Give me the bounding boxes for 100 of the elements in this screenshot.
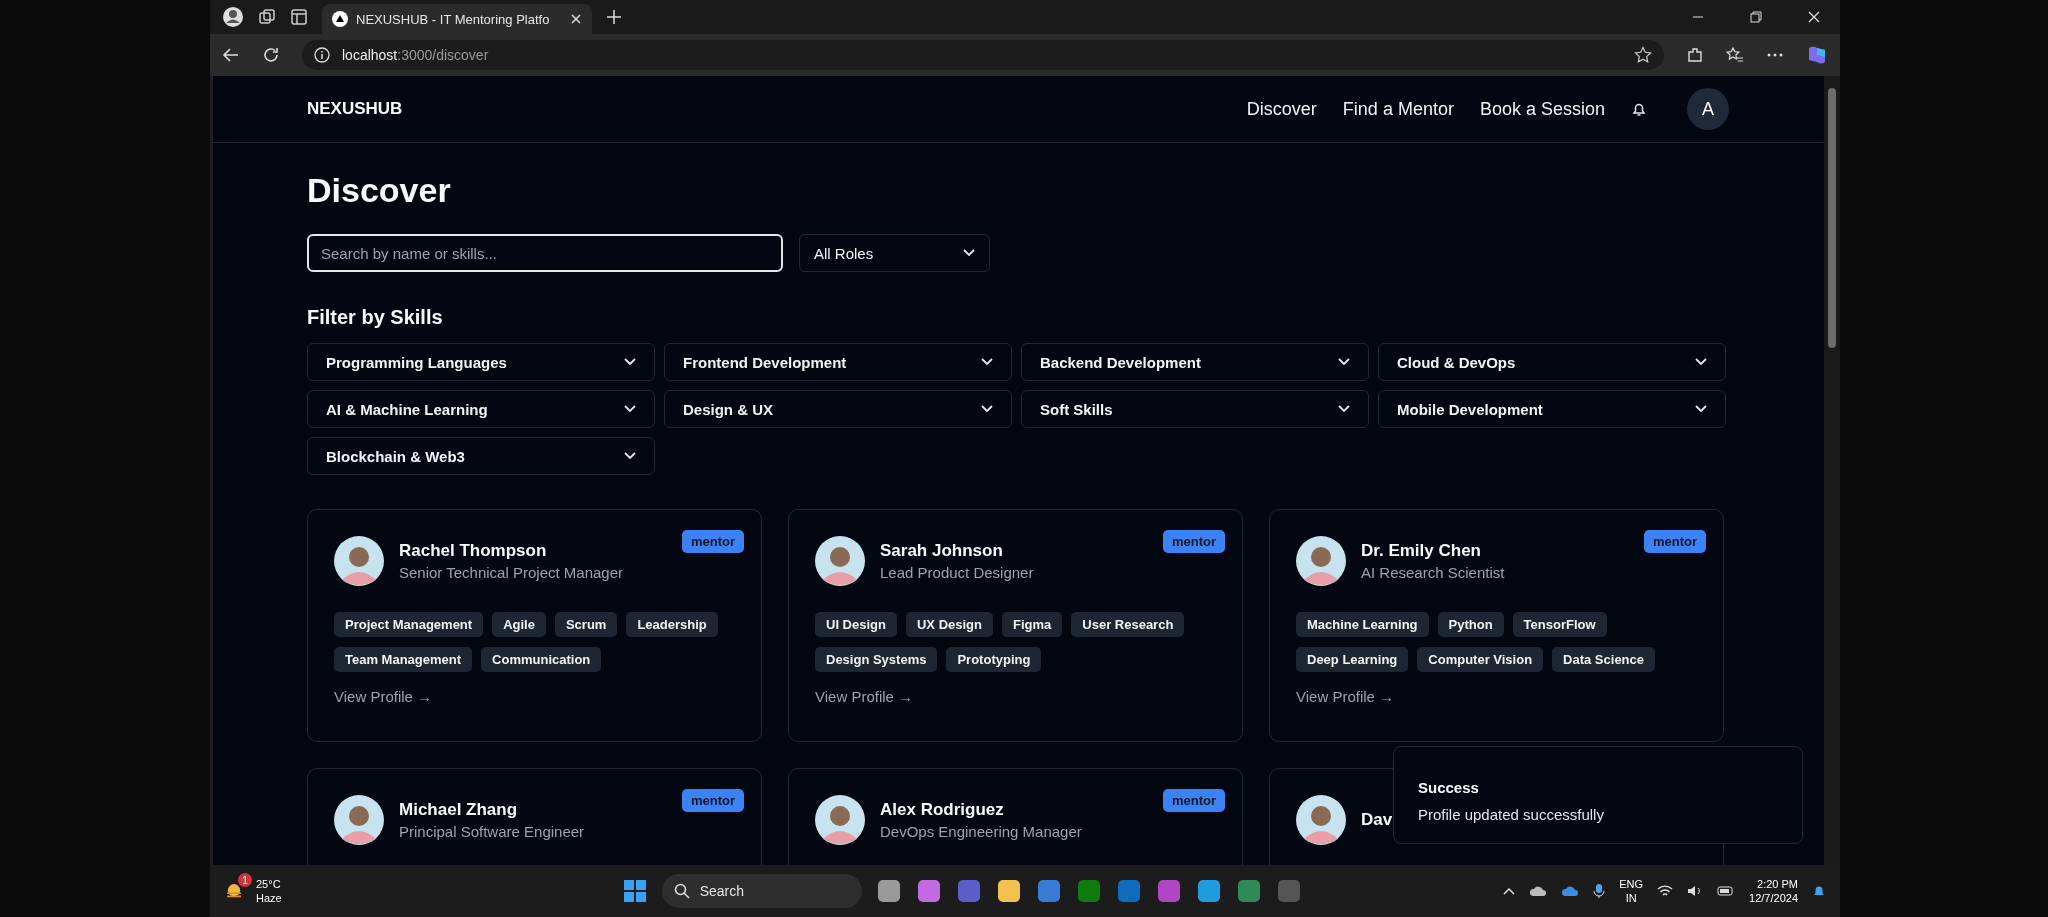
brand-logo[interactable]: NEXUSHUB — [307, 99, 403, 119]
nav-link[interactable]: Discover — [1246, 98, 1317, 120]
workspaces-icon[interactable] — [258, 8, 276, 26]
chevron-down-icon — [963, 249, 975, 257]
close-icon[interactable] — [1808, 11, 1820, 23]
mentor-name: Alex Rodriguez — [880, 800, 1005, 820]
chevron-up-icon[interactable] — [1503, 887, 1516, 895]
language-label[interactable]: ENG — [1619, 877, 1644, 891]
skill-tag: Team Management — [334, 647, 473, 672]
skill-dropdown[interactable]: Design & UX — [664, 390, 1012, 428]
info-icon[interactable] — [314, 47, 330, 63]
browser-tab[interactable]: NEXUSHUB - IT Mentoring Platfo — [322, 4, 592, 34]
clock-time[interactable]: 2:20 PM — [1757, 877, 1798, 891]
app-icon[interactable] — [1075, 878, 1102, 904]
cloud-icon[interactable] — [1529, 884, 1548, 898]
avatar-icon — [334, 536, 384, 586]
chevron-down-icon — [981, 358, 993, 366]
skill-tag: UI Design — [815, 612, 897, 637]
role-badge: mentor — [681, 530, 744, 553]
skill-tag: Scrum — [554, 612, 618, 637]
microphone-icon[interactable] — [1593, 883, 1606, 899]
skill-tag: Prototyping — [946, 647, 1042, 672]
skill-dropdown[interactable]: Mobile Development — [1378, 390, 1726, 428]
skill-dropdown[interactable]: Backend Development — [1021, 343, 1369, 381]
role-badge: mentor — [681, 789, 744, 812]
clock-date[interactable]: 12/7/2024 — [1749, 891, 1798, 905]
close-icon[interactable] — [570, 13, 582, 25]
taskbar-search[interactable]: Search — [661, 874, 862, 908]
avatar-icon — [1296, 536, 1346, 586]
windows-icon[interactable] — [621, 878, 648, 904]
chevron-down-icon — [1338, 358, 1350, 366]
mentor-name: Dav — [1361, 810, 1393, 830]
role-dropdown[interactable]: All Roles — [799, 234, 990, 272]
skill-tag: Python — [1437, 612, 1504, 637]
view-profile-link[interactable]: View Profile → — [815, 688, 914, 705]
chevron-down-icon — [981, 405, 993, 413]
app-icon[interactable] — [915, 878, 942, 904]
chevron-down-icon — [624, 358, 636, 366]
nav-link[interactable]: Find a Mentor — [1342, 98, 1454, 120]
toast-message: Profile updated successfully — [1418, 806, 1605, 823]
view-profile-link[interactable]: View Profile → — [1296, 688, 1395, 705]
skill-tag: Project Management — [334, 612, 484, 637]
browser-icon[interactable] — [1195, 878, 1222, 904]
app-icon[interactable] — [1155, 878, 1182, 904]
scrollbar[interactable] — [1824, 76, 1840, 865]
view-profile-link[interactable]: View Profile → — [334, 688, 433, 705]
avatar-icon — [815, 536, 865, 586]
skill-tag: Machine Learning — [1296, 612, 1429, 637]
mentor-title: Principal Software Engineer — [399, 823, 585, 840]
wifi-icon[interactable] — [1657, 884, 1674, 898]
search-field[interactable]: Search by name or skills... — [307, 234, 783, 272]
app-icon[interactable] — [875, 878, 902, 904]
avatar-icon — [334, 795, 384, 845]
chevron-down-icon — [1695, 358, 1707, 366]
app-icon[interactable] — [1035, 878, 1062, 904]
new-tab-icon[interactable] — [606, 9, 622, 25]
role-badge: mentor — [1162, 530, 1225, 553]
search-icon — [673, 883, 690, 899]
tab-actions-icon[interactable] — [290, 8, 308, 26]
app-icon[interactable] — [955, 878, 982, 904]
skill-dropdown[interactable]: Cloud & DevOps — [1378, 343, 1726, 381]
mentor-name: Dr. Emily Chen — [1361, 541, 1482, 561]
back-icon[interactable] — [222, 46, 240, 64]
mentor-title: AI Research Scientist — [1361, 564, 1505, 581]
chevron-down-icon — [1695, 405, 1707, 413]
chevron-down-icon — [624, 452, 636, 460]
folder-icon[interactable] — [995, 878, 1022, 904]
favorites-icon[interactable] — [1726, 46, 1744, 64]
skill-tag: Communication — [481, 647, 602, 672]
skill-dropdown[interactable]: Programming Languages — [307, 343, 655, 381]
skill-tag: User Research — [1071, 612, 1185, 637]
more-icon[interactable] — [1766, 52, 1784, 58]
battery-icon[interactable] — [1717, 885, 1736, 897]
region-label[interactable]: IN — [1625, 891, 1637, 905]
role-badge: mentor — [1643, 530, 1706, 553]
cloud-icon[interactable] — [1561, 884, 1580, 898]
app-icon[interactable] — [1235, 878, 1262, 904]
skill-dropdown[interactable]: AI & Machine Learning — [307, 390, 655, 428]
user-avatar[interactable]: A — [1687, 88, 1729, 130]
profile-icon[interactable] — [222, 6, 244, 28]
restore-icon[interactable] — [1750, 11, 1762, 23]
nav-link[interactable]: Book a Session — [1479, 98, 1605, 120]
skill-tag: Deep Learning — [1296, 647, 1409, 672]
skill-tag: UX Design — [905, 612, 993, 637]
skill-dropdown[interactable]: Soft Skills — [1021, 390, 1369, 428]
skill-dropdown[interactable]: Blockchain & Web3 — [307, 437, 655, 475]
skill-tag: Design Systems — [815, 647, 938, 672]
refresh-icon[interactable] — [262, 46, 280, 64]
address-bar[interactable]: localhost:3000/discover — [302, 40, 1664, 70]
skill-dropdown[interactable]: Frontend Development — [664, 343, 1012, 381]
avatar-icon — [815, 795, 865, 845]
mail-icon[interactable] — [1115, 878, 1142, 904]
page-title: Discover — [307, 171, 452, 210]
extensions-icon[interactable] — [1686, 46, 1704, 64]
role-badge: mentor — [1162, 789, 1225, 812]
mentor-title: Lead Product Designer — [880, 564, 1034, 581]
copilot-icon[interactable] — [1806, 44, 1828, 66]
weather-label: Haze — [256, 891, 282, 905]
bell-icon[interactable] — [1631, 101, 1647, 117]
star-icon[interactable] — [1634, 46, 1652, 64]
